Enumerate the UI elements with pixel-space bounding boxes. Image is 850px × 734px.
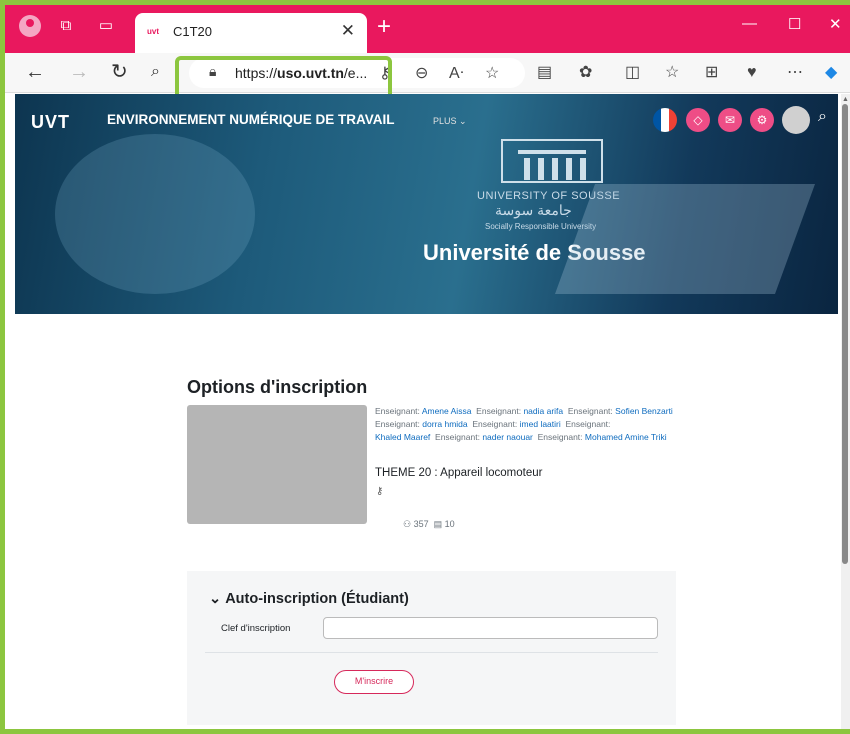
hero-search-icon[interactable]: ⌕ <box>818 108 827 126</box>
teacher-link[interactable]: imed laatiri <box>520 419 561 429</box>
maximize-icon[interactable]: ☐ <box>788 15 801 33</box>
enrolment-key-input[interactable] <box>323 617 658 639</box>
course-stats: ⚇ 357 ▤ 10 <box>403 519 455 530</box>
refresh-icon[interactable]: ↻ <box>111 61 128 83</box>
settings-icon[interactable]: ⚙ <box>750 108 774 132</box>
scroll-thumb[interactable] <box>842 104 848 564</box>
chevron-down-icon[interactable]: ⌄ <box>209 591 221 607</box>
favorite-star-icon[interactable]: ☆ <box>485 64 499 84</box>
teacher-link[interactable]: nadia arifa <box>523 406 563 416</box>
forward-icon[interactable]: → <box>69 61 89 83</box>
more-menu-icon[interactable]: ⋯ <box>787 63 803 83</box>
scroll-down-icon[interactable]: ▼ <box>842 728 849 729</box>
messages-icon: ▤ <box>433 519 443 529</box>
favorites-icon[interactable]: ☆ <box>665 63 679 83</box>
messages-icon[interactable]: ✉ <box>718 108 742 132</box>
course-image[interactable] <box>187 405 367 524</box>
minimize-icon[interactable]: — <box>742 15 757 32</box>
university-name: Université de Sousse <box>423 240 646 265</box>
close-tab-icon[interactable]: ✕ <box>341 21 355 41</box>
page-title: Options d'inscription <box>187 377 368 397</box>
copilot-icon[interactable]: ◆ <box>825 63 837 83</box>
browser-essentials-icon[interactable]: ♥ <box>747 63 757 83</box>
enrol-button[interactable]: M'inscrire <box>334 670 414 694</box>
zoom-icon[interactable]: ⊖ <box>415 64 428 84</box>
hero-banner: UVT ENVIRONNEMENT NUMÉRIQUE DE TRAVAIL P… <box>15 94 838 314</box>
browser-toolbar: ← → ↻ ⌕ 🔒︎ https://uso.uvt.tn/e... ⚷ ⊖ A… <box>5 53 850 102</box>
new-tab-icon[interactable]: + <box>377 13 391 41</box>
teacher-link[interactable]: Sofien Benzarti <box>615 406 673 416</box>
university-emblem-icon <box>501 139 603 183</box>
teacher-link[interactable]: dorra hmida <box>422 419 467 429</box>
browser-window: ⧉ ▭ uvt C1T20 ✕ + — ☐ ✕ ← → ↻ ⌕ 🔒︎ https… <box>0 0 850 734</box>
participants-icon: ⚇ <box>403 519 412 529</box>
favicon-icon: uvt <box>147 27 159 36</box>
university-ar-label: جامعة سوسة <box>495 202 572 218</box>
site-title[interactable]: ENVIRONNEMENT NUMÉRIQUE DE TRAVAIL <box>107 112 395 127</box>
messages-count: 10 <box>444 519 455 529</box>
plus-menu[interactable]: PLUS ⌄ <box>433 116 467 127</box>
scroll-up-icon[interactable]: ▲ <box>842 96 849 103</box>
enrolment-key-label: Clef d'inscription <box>221 623 291 634</box>
self-enrolment-panel: ⌄ Auto-inscription (Étudiant) Clef d'ins… <box>187 571 676 725</box>
extensions-icon[interactable]: ✿ <box>579 63 592 83</box>
university-tagline: Socially Responsible University <box>485 222 597 231</box>
profile-icon[interactable] <box>19 15 41 37</box>
teacher-list: Enseignant: Amene Aissa Enseignant: nadi… <box>375 406 673 442</box>
reading-view-icon[interactable]: ▤ <box>537 63 552 83</box>
close-window-icon[interactable]: ✕ <box>829 15 842 33</box>
workspaces-icon[interactable]: ⧉ <box>57 17 75 35</box>
university-en-label: UNIVERSITY OF SOUSSE <box>477 190 621 202</box>
split-screen-icon[interactable]: ◫ <box>625 63 640 83</box>
collections-icon[interactable]: ⊞ <box>705 63 718 83</box>
scrollbar[interactable]: ▲ ▼ <box>841 94 850 729</box>
teacher-link[interactable]: nader naouar <box>482 432 533 442</box>
search-icon[interactable]: ⌕ <box>151 61 160 83</box>
teacher-link[interactable]: Amene Aissa <box>422 406 472 416</box>
read-aloud-icon[interactable]: Aᐧ <box>449 64 464 84</box>
uvt-logo[interactable]: UVT <box>31 112 70 133</box>
back-icon[interactable]: ← <box>25 61 45 83</box>
title-bar: ⧉ ▭ uvt C1T20 ✕ + — ☐ ✕ <box>5 5 850 53</box>
tab-active[interactable]: uvt C1T20 ✕ <box>135 13 367 53</box>
key-icon: ⚷ <box>376 486 384 497</box>
participants-count: 357 <box>413 519 429 529</box>
user-avatar[interactable] <box>782 106 810 134</box>
tab-title: C1T20 <box>173 24 213 39</box>
enrolment-title[interactable]: ⌄ Auto-inscription (Étudiant) <box>209 591 409 607</box>
teacher-link[interactable]: Mohamed Amine Triki <box>585 432 667 442</box>
divider <box>205 652 658 653</box>
tab-actions-icon[interactable]: ▭ <box>97 17 115 35</box>
accessibility-icon[interactable]: ◇ <box>686 108 710 132</box>
course-title[interactable]: THEME 20 : Appareil locomoteur <box>375 467 542 479</box>
teacher-link[interactable]: Khaled Maaref <box>375 432 430 442</box>
language-flag-icon[interactable] <box>653 108 677 132</box>
